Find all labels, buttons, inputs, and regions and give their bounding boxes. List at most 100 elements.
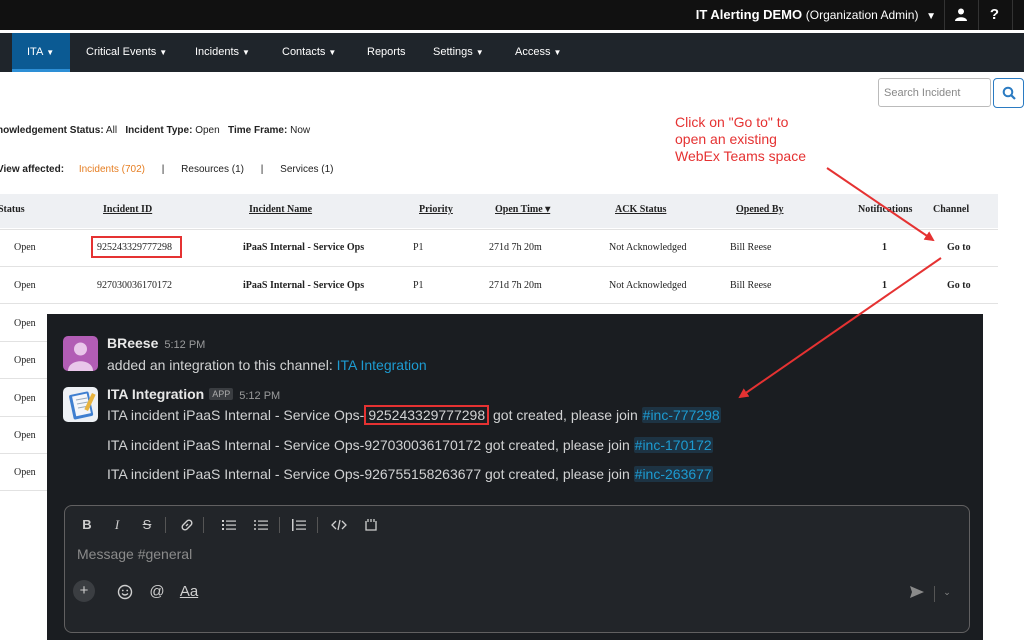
- search-input[interactable]: [878, 78, 991, 107]
- message-author[interactable]: BReese 5:12 PM: [107, 335, 205, 351]
- annotation-line: Click on "Go to" to: [675, 114, 789, 130]
- message-suffix: got created, please join: [481, 466, 634, 482]
- notebook-icon: [69, 391, 96, 420]
- avatar[interactable]: [63, 387, 98, 422]
- org-switcher[interactable]: IT Alerting DEMO (Organization Admin) ▼: [696, 7, 936, 22]
- search-icon: [1002, 86, 1016, 100]
- go-to-button[interactable]: Go to: [947, 242, 971, 253]
- col-opened-by[interactable]: Opened By: [736, 204, 784, 215]
- main-nav: ITA ▼ Critical Events ▼ Incidents ▼ Contact…: [0, 33, 1024, 72]
- nav-settings-label: Settings: [433, 46, 473, 58]
- code-button[interactable]: [329, 516, 349, 534]
- message-timestamp[interactable]: 5:12 PM: [164, 339, 205, 351]
- message-prefix: ITA incident iPaaS Internal - Service Op…: [107, 437, 365, 453]
- user-button[interactable]: [944, 0, 976, 30]
- integration-link[interactable]: ITA Integration: [337, 357, 427, 373]
- nav-contacts[interactable]: Contacts ▼: [282, 33, 336, 72]
- chevron-down-icon: ▼: [553, 48, 562, 57]
- cell-open-time: 271d 7h 20m: [489, 280, 542, 291]
- italic-icon: I: [114, 517, 120, 532]
- row-divider: [0, 453, 47, 454]
- view-services-link[interactable]: Services (1): [280, 164, 333, 175]
- col-open-time[interactable]: Open Time ▾: [495, 204, 550, 215]
- search-button[interactable]: [993, 78, 1024, 108]
- row-divider: [0, 341, 47, 342]
- emoji-button[interactable]: [115, 582, 135, 602]
- view-separator: |: [161, 164, 165, 175]
- help-icon: ?: [989, 6, 1000, 23]
- message-suffix: got created, please join: [489, 407, 642, 423]
- col-priority[interactable]: Priority: [419, 204, 453, 215]
- help-button[interactable]: ?: [978, 0, 1010, 30]
- channel-link[interactable]: #inc-170172: [633, 437, 713, 453]
- nav-access[interactable]: Access ▼: [515, 33, 561, 72]
- send-options-button[interactable]: ⌄: [939, 582, 955, 602]
- message-timestamp[interactable]: 5:12 PM: [239, 390, 280, 402]
- cell-priority: P1: [413, 242, 424, 253]
- col-incident-id[interactable]: Incident ID: [103, 204, 152, 215]
- time-frame-value: Now: [290, 125, 311, 136]
- chevron-down-icon: ⌄: [943, 587, 951, 597]
- col-incident-name[interactable]: Incident Name: [249, 204, 312, 215]
- mention-button[interactable]: @: [147, 582, 167, 602]
- nav-reports[interactable]: Reports: [367, 33, 406, 72]
- incident-id-highlight: [91, 236, 182, 258]
- view-incidents-link[interactable]: Incidents (702): [79, 164, 145, 175]
- bold-button[interactable]: B: [77, 516, 97, 534]
- ordered-list-button[interactable]: [219, 516, 239, 534]
- bulleted-list-button[interactable]: [251, 516, 271, 534]
- cell-opened-by: Bill Reese: [730, 280, 772, 291]
- cell-status: Open: [14, 355, 36, 366]
- row-divider: [0, 229, 998, 230]
- channel-link[interactable]: #inc-777298: [641, 407, 721, 423]
- message-author[interactable]: ITA Integration APP 5:12 PM: [107, 386, 280, 402]
- view-resources-link[interactable]: Resources (1): [181, 164, 244, 175]
- cell-status: Open: [14, 430, 36, 441]
- col-notifications: Notifications: [858, 204, 913, 215]
- col-ack-status[interactable]: ACK Status: [615, 204, 666, 215]
- code-block-icon: [365, 519, 377, 531]
- more-button[interactable]: [1012, 0, 1024, 30]
- nav-critical-events[interactable]: Critical Events ▼: [86, 33, 167, 72]
- text-style-button[interactable]: Aa: [177, 582, 201, 602]
- nav-ita-label: ITA: [27, 46, 44, 58]
- nav-incidents[interactable]: Incidents ▼: [195, 33, 250, 72]
- col-status[interactable]: Status: [0, 204, 25, 215]
- message-input[interactable]: [77, 543, 957, 565]
- org-name: IT Alerting DEMO: [695, 7, 803, 22]
- blockquote-button[interactable]: [289, 516, 309, 534]
- cell-status: Open: [14, 242, 36, 253]
- cell-status: Open: [14, 318, 36, 329]
- nav-critical-events-label: Critical Events: [86, 46, 157, 58]
- message-body: added an integration to this channel:: [107, 357, 333, 373]
- attach-button[interactable]: +: [73, 580, 95, 602]
- code-block-button[interactable]: [361, 516, 381, 534]
- chevron-down-icon: ▼: [242, 48, 250, 57]
- view-separator: |: [260, 164, 264, 175]
- emoji-icon: [117, 584, 133, 600]
- cell-ack-status: Not Acknowledged: [609, 280, 687, 291]
- chevron-down-icon: ▼: [46, 48, 55, 57]
- italic-button[interactable]: I: [107, 516, 127, 534]
- send-icon: [910, 586, 924, 598]
- cell-incident-id[interactable]: 927030036170172: [97, 280, 172, 291]
- go-to-button[interactable]: Go to: [947, 280, 971, 291]
- row-divider: [0, 490, 47, 491]
- avatar[interactable]: [63, 336, 98, 371]
- ack-status-value: All: [105, 125, 118, 136]
- channel-link[interactable]: #inc-263677: [633, 466, 713, 482]
- row-divider: [0, 266, 998, 267]
- nav-ita[interactable]: ITA ▼: [12, 33, 70, 72]
- plus-icon: +: [79, 582, 89, 599]
- annotation-line: open an existing: [675, 131, 777, 147]
- link-button[interactable]: [177, 516, 197, 534]
- nav-contacts-label: Contacts: [282, 46, 326, 58]
- blockquote-icon: [292, 519, 306, 531]
- nav-settings[interactable]: Settings ▼: [433, 33, 484, 72]
- message-line: ITA incident iPaaS Internal - Service Op…: [107, 466, 713, 482]
- incident-id-highlight: 925243329777298: [364, 405, 490, 425]
- chevron-down-icon: ▼: [159, 48, 168, 57]
- cell-notifications: 1: [882, 280, 887, 291]
- strikethrough-button[interactable]: S: [137, 516, 157, 534]
- send-button[interactable]: [907, 582, 927, 602]
